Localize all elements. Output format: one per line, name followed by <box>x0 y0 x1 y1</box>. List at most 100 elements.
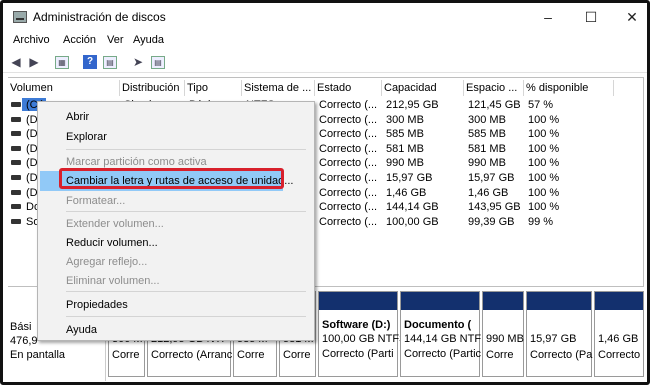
partition-status: Corre <box>237 349 265 361</box>
context-menu-item[interactable]: Propiedades <box>38 295 314 315</box>
partition-block[interactable]: Software (D:) 100,00 GB NTFS Correcto (Par… <box>318 291 406 377</box>
partition-color-bar <box>319 292 397 310</box>
cell-volumen: (D <box>26 142 38 155</box>
forward-arrow-icon[interactable]: ▶ <box>27 54 41 70</box>
disk-size: 476,9 <box>10 335 38 347</box>
menu-separator <box>66 291 306 292</box>
partition-status: Correcto (Parti <box>322 348 394 360</box>
volume-icon <box>11 145 21 151</box>
col-header-estado[interactable]: Estado <box>315 80 382 96</box>
cell-disponible: 100 % <box>528 128 560 141</box>
partition-color-bar <box>595 292 643 310</box>
partition-block[interactable]: 15,97 GB Correcto (Pa <box>526 291 592 377</box>
cell-capacidad: 212,95 GB <box>386 99 439 111</box>
cell-estado: Correcto (... <box>319 186 378 199</box>
cell-espacio: 121,45 GB <box>468 99 521 111</box>
annotation-highlight-box <box>59 168 284 189</box>
cell-disponible: 100 % <box>528 113 560 126</box>
show-panel-icon[interactable]: ▤ <box>151 56 165 69</box>
partition-size: 100,00 GB NTFS <box>322 333 407 345</box>
context-menu-item: Agregar reflejo... <box>66 256 148 268</box>
menu-ayuda[interactable]: Ayuda <box>133 34 164 46</box>
volume-icon <box>11 175 21 180</box>
partition-color-bar <box>483 292 523 310</box>
disk-type: Bási <box>10 321 32 333</box>
cell-espacio: 99,39 GB <box>468 215 515 228</box>
cell-capacidad: 990 MB <box>386 157 424 170</box>
partition-block[interactable]: 1,46 GB Correcto <box>594 291 644 377</box>
partition-block[interactable]: 990 MB Corre <box>482 291 524 377</box>
back-arrow-icon[interactable]: ◀ <box>9 54 23 70</box>
properties-icon[interactable]: ▤ <box>103 56 117 69</box>
cell-capacidad: 581 MB <box>386 142 424 155</box>
context-menu: Abrir Explorar Marcar partición como activ… <box>37 101 315 341</box>
toolbar: ◀ ▶ ▦ ? ▤ ➤ ▤ <box>3 51 647 73</box>
cell-estado: Correcto (... <box>319 128 378 141</box>
menu-bar: Archivo Acción Ver Ayuda <box>3 31 647 51</box>
partition-size: 1,46 GB <box>598 333 639 345</box>
cell-estado: Correcto (... <box>319 142 378 155</box>
partition-status: Corre <box>283 349 311 361</box>
cell-estado: Correcto (... <box>319 113 378 126</box>
volume-icon <box>11 204 21 210</box>
col-header-capacidad[interactable]: Capacidad <box>382 80 464 96</box>
cell-estado: Correcto (... <box>319 99 378 111</box>
maximize-icon[interactable]: ☐ <box>576 7 606 27</box>
disk-status: En pantalla <box>10 349 66 361</box>
menu-archivo[interactable]: Archivo <box>13 34 50 46</box>
col-header-volumen[interactable]: Volumen <box>8 80 120 96</box>
partition-color-bar <box>401 292 479 310</box>
context-menu-item[interactable]: Explorar <box>38 127 314 147</box>
partition-name: Documento ( <box>404 319 472 331</box>
disk-management-window: Administración de discos – ☐ ✕ Archivo A… <box>0 0 650 385</box>
cell-espacio: 581 MB <box>468 142 506 155</box>
window-title: Administración de discos <box>33 10 166 24</box>
partition-status: Correcto <box>598 349 641 361</box>
col-header-sistema[interactable]: Sistema de ... <box>242 80 315 96</box>
menu-separator <box>66 211 306 212</box>
context-menu-item: Eliminar volumen... <box>66 275 160 287</box>
col-header-espacio[interactable]: Espacio ... <box>464 80 524 96</box>
cell-volumen: (D <box>26 172 38 184</box>
context-menu-item[interactable]: Reducir volumen... <box>38 233 314 253</box>
cell-disponible: 100 % <box>528 186 560 199</box>
menu-ver[interactable]: Ver <box>107 34 124 46</box>
volume-icon <box>11 218 21 224</box>
connect-icon[interactable]: ➤ <box>131 54 145 70</box>
cell-espacio: 300 MB <box>468 113 506 126</box>
cell-volumen: (D <box>26 157 38 170</box>
context-menu-item[interactable]: Abrir <box>38 107 314 127</box>
cell-disponible: 100 % <box>528 201 560 214</box>
cell-capacidad: 100,00 GB <box>386 215 439 228</box>
close-icon[interactable]: ✕ <box>617 7 647 27</box>
cell-estado: Correcto (... <box>319 215 378 228</box>
cell-capacidad: 15,97 GB <box>386 172 433 184</box>
cell-estado: Correcto (... <box>319 172 378 184</box>
menu-accion[interactable]: Acción <box>63 34 96 46</box>
cell-disponible: 57 % <box>528 99 554 111</box>
menu-separator <box>66 316 306 317</box>
cell-volumen: (D <box>26 128 38 141</box>
disk-management-icon <box>13 11 27 23</box>
partition-status: Correcto (Pa <box>530 349 593 361</box>
partition-color-bar <box>527 292 591 310</box>
console-tree-icon[interactable]: ▦ <box>55 56 69 69</box>
col-header-tipo[interactable]: Tipo <box>185 80 242 96</box>
context-menu-item[interactable]: Ayuda <box>38 320 314 340</box>
col-header-disponible[interactable]: % disponible <box>524 80 614 96</box>
help-icon[interactable]: ? <box>83 55 97 69</box>
cell-volumen: (D <box>26 113 38 126</box>
cell-disponible: 100 % <box>528 172 560 184</box>
cell-capacidad: 1,46 GB <box>386 186 427 199</box>
cell-capacidad: 300 MB <box>386 113 424 126</box>
cell-espacio: 143,95 GB <box>468 201 521 214</box>
context-menu-item: Formatear... <box>66 195 126 207</box>
col-header-distribucion[interactable]: Distribución <box>120 80 185 96</box>
minimize-icon[interactable]: – <box>533 7 563 27</box>
cell-disponible: 100 % <box>528 142 560 155</box>
partition-name: Software (D:) <box>322 319 391 331</box>
partition-block[interactable]: Documento (144,14 GB NTF Correcto (Partic <box>400 291 481 377</box>
cell-disponible: 99 % <box>528 215 554 228</box>
partition-size: 990 MB <box>486 333 524 345</box>
volume-icon <box>11 160 21 166</box>
